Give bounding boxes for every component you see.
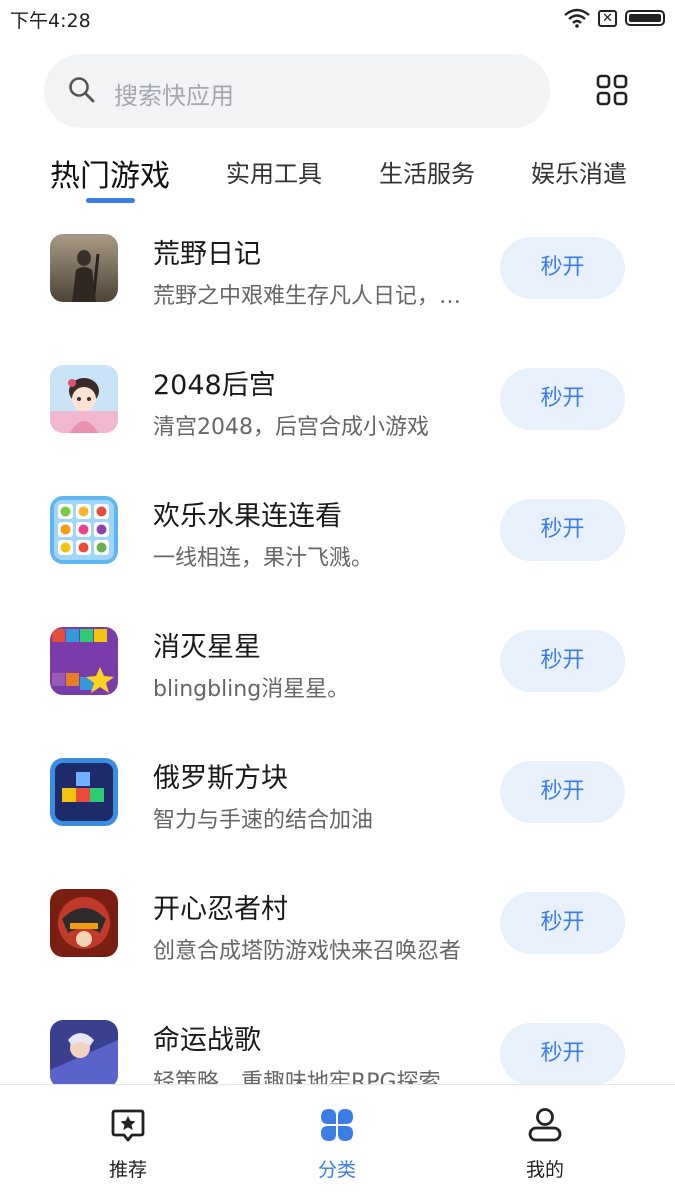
list-item[interactable]: 2048后宫 清宫2048，后宫合成小游戏 秒开 xyxy=(0,343,675,474)
game-description: 轻策略，重趣味地牢RPG探索 xyxy=(153,1070,441,1084)
wifi-icon xyxy=(564,8,590,28)
tetris-icon xyxy=(50,758,118,826)
bottom-navigation: 推荐 分类 我的 xyxy=(0,1084,675,1201)
game-list[interactable]: 荒野日记 荒野之中艰难生存凡人日记，生存与建造的冒险 秒开 2048后宫 清宫2… xyxy=(0,212,675,1084)
game-title: 俄罗斯方块 xyxy=(153,763,288,794)
nav-label: 推荐 xyxy=(108,1159,147,1181)
instant-open-button[interactable]: 秒开 xyxy=(500,237,625,299)
game-description: 创意合成塔防游戏快来召唤忍者 xyxy=(153,939,462,964)
game-description: 荒野之中艰难生存凡人日记，生存与建造的冒险 xyxy=(153,284,471,309)
game-description: 智力与手速的结合加油 xyxy=(153,808,374,833)
game-title: 消灭星星 xyxy=(153,632,261,663)
nav-item-mine[interactable]: 我的 xyxy=(485,1085,605,1201)
instant-open-button[interactable]: 秒开 xyxy=(500,499,625,561)
instant-open-button[interactable]: 秒开 xyxy=(500,368,625,430)
list-item[interactable]: 命运战歌 轻策略，重趣味地牢RPG探索 秒开 xyxy=(0,998,675,1084)
search-placeholder: 搜索快应用 xyxy=(114,82,234,110)
tab-life-services[interactable]: 生活服务 xyxy=(379,154,475,189)
star-chat-icon xyxy=(111,1109,145,1142)
palace-2048-icon xyxy=(50,365,118,433)
no-sim-icon: ✕ xyxy=(598,9,617,27)
tab-utilities[interactable]: 实用工具 xyxy=(226,154,322,189)
nav-item-category[interactable]: 分类 xyxy=(277,1085,397,1201)
game-title: 欢乐水果连连看 xyxy=(153,501,342,532)
pop-stars-icon xyxy=(50,627,118,695)
list-item[interactable]: 欢乐水果连连看 一线相连，果汁飞溅。 秒开 xyxy=(0,474,675,605)
status-icons: ✕ xyxy=(564,6,665,30)
scan-icon[interactable] xyxy=(596,74,628,106)
instant-open-button[interactable]: 秒开 xyxy=(500,630,625,692)
person-icon xyxy=(528,1108,562,1142)
list-item[interactable]: 消灭星星 blingbling消星星。 秒开 xyxy=(0,605,675,736)
list-item[interactable]: 俄罗斯方块 智力与手速的结合加油 秒开 xyxy=(0,736,675,867)
game-description: 清宫2048，后宫合成小游戏 xyxy=(153,415,429,440)
instant-open-button[interactable]: 秒开 xyxy=(500,1023,625,1084)
fate-war-song-icon xyxy=(50,1020,118,1084)
status-bar: 下午4:28 ✕ xyxy=(0,0,675,36)
list-item[interactable]: 开心忍者村 创意合成塔防游戏快来召唤忍者 秒开 xyxy=(0,867,675,998)
wilderness-diary-icon xyxy=(50,234,118,302)
nav-item-recommend[interactable]: 推荐 xyxy=(68,1085,188,1201)
game-description: blingbling消星星。 xyxy=(153,677,350,702)
tab-hot-games[interactable]: 热门游戏 xyxy=(50,151,170,195)
nav-label: 分类 xyxy=(317,1159,356,1181)
game-description: 一线相连，果汁飞溅。 xyxy=(153,546,374,571)
nav-label: 我的 xyxy=(525,1159,564,1181)
battery-icon xyxy=(625,10,665,26)
instant-open-button[interactable]: 秒开 xyxy=(500,892,625,954)
game-title: 2048后宫 xyxy=(153,370,276,401)
game-title: 荒野日记 xyxy=(153,239,261,270)
instant-open-button[interactable]: 秒开 xyxy=(500,761,625,823)
fruit-link-icon xyxy=(50,496,118,564)
search-input[interactable]: 搜索快应用 xyxy=(44,54,550,128)
grid-petals-icon xyxy=(321,1109,353,1141)
status-time: 下午4:28 xyxy=(10,10,91,32)
list-item[interactable]: 荒野日记 荒野之中艰难生存凡人日记，生存与建造的冒险 秒开 xyxy=(0,212,675,343)
game-title: 开心忍者村 xyxy=(153,894,288,925)
ninja-village-icon xyxy=(50,889,118,957)
active-tab-indicator xyxy=(86,198,135,203)
tab-entertainment[interactable]: 娱乐消遣 xyxy=(531,154,627,189)
game-title: 命运战歌 xyxy=(153,1025,261,1056)
search-icon xyxy=(69,77,95,103)
